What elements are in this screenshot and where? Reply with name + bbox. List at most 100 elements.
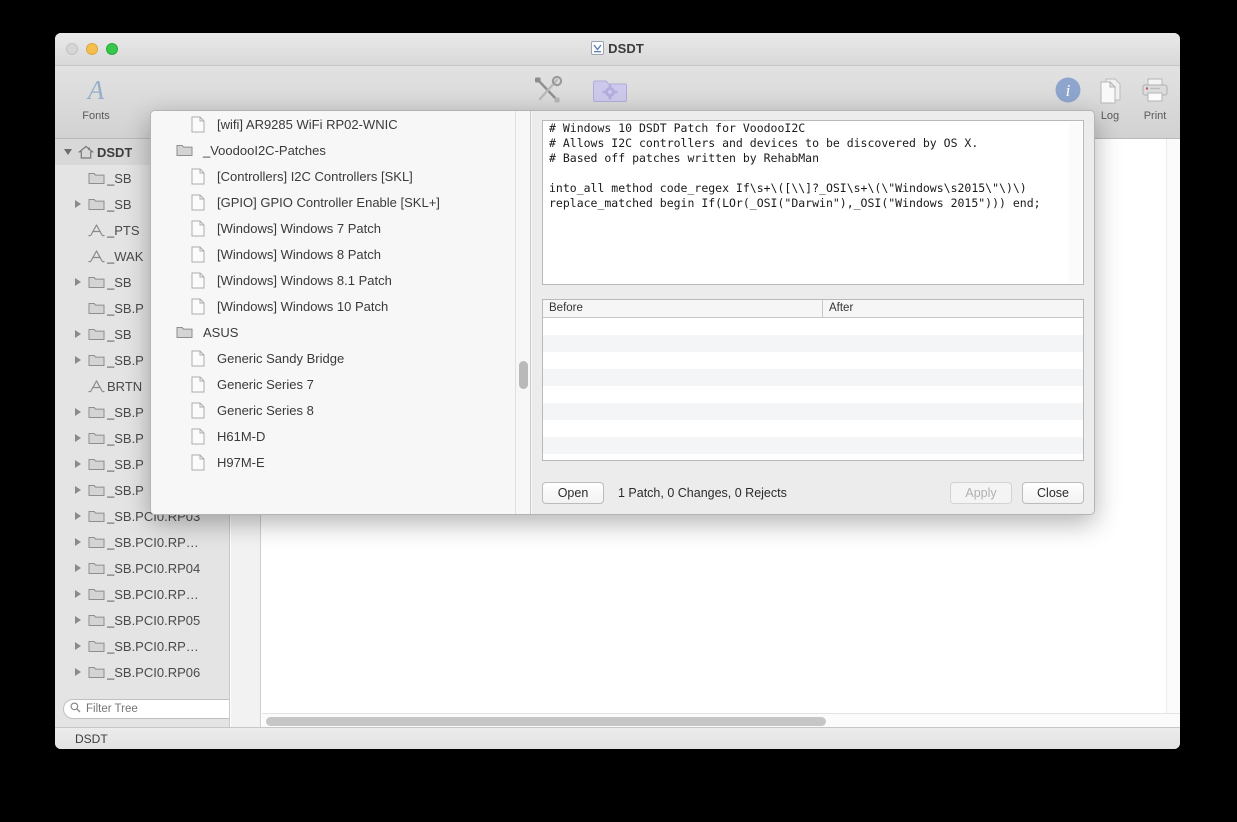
column-header-before[interactable]: Before [543, 300, 823, 317]
tree-item[interactable]: _SB.PCI0.RP05 [55, 607, 229, 633]
tree-item-label: _SB [107, 274, 132, 290]
patch-file-icon [187, 350, 209, 367]
patch-file-icon [187, 272, 209, 289]
chevron-right-icon[interactable] [71, 356, 85, 364]
patch-status-text: 1 Patch, 0 Changes, 0 Rejects [618, 486, 787, 500]
open-button[interactable]: Open [542, 482, 604, 504]
patch-item-label: H97M-E [217, 454, 265, 470]
patch-list-item[interactable]: [Windows] Windows 8 Patch [151, 241, 530, 267]
acpi-document-icon [591, 41, 605, 58]
patch-file-icon [187, 376, 209, 393]
svg-text:i: i [1066, 81, 1071, 100]
tree-item-label: _SB [107, 326, 132, 342]
chevron-right-icon[interactable] [71, 408, 85, 416]
tree-item[interactable]: _SB.PCI0.RP04 [55, 555, 229, 581]
folder-icon [173, 143, 195, 157]
tree-item-label: _SB.P [107, 300, 144, 316]
patch-list-pane: [wifi] AR9285 WiFi RP02-WNIC _VoodooI2C-P… [151, 111, 531, 514]
filter-tree-input[interactable] [63, 699, 229, 719]
window-titlebar: DSDT [55, 33, 1180, 66]
tree-item[interactable]: _SB.PCI0.RP06 [55, 659, 229, 685]
status-bar-text: DSDT [75, 731, 108, 746]
fonts-label: Fonts [82, 110, 110, 122]
tree-item-label: _SB.PCI0.RP… [107, 638, 199, 654]
chevron-right-icon[interactable] [71, 668, 85, 676]
table-row[interactable] [543, 420, 1083, 437]
chevron-right-icon[interactable] [71, 538, 85, 546]
chevron-right-icon[interactable] [71, 486, 85, 494]
patch-source-line: replace_matched begin If(LOr(_OSI("Darwi… [549, 196, 1041, 210]
chevron-right-icon[interactable] [71, 512, 85, 520]
patch-source-line [543, 166, 1083, 181]
patch-list-vertical-scrollbar[interactable] [515, 111, 530, 514]
patch-list-scroll-thumb[interactable] [519, 361, 528, 389]
before-after-table-body[interactable] [543, 318, 1083, 454]
patch-group-row[interactable]: _VoodooI2C-Patches [151, 137, 530, 163]
folder-icon [85, 431, 107, 445]
apply-button[interactable]: Apply [950, 482, 1012, 504]
patch-item-label: Generic Series 7 [217, 376, 314, 392]
table-row[interactable] [543, 369, 1083, 386]
chevron-right-icon[interactable] [71, 564, 85, 572]
patch-list-item[interactable]: [GPIO] GPIO Controller Enable [SKL+] [151, 189, 530, 215]
chevron-right-icon[interactable] [71, 434, 85, 442]
patch-list-item[interactable]: [wifi] AR9285 WiFi RP02-WNIC [151, 111, 530, 137]
chevron-right-icon[interactable] [71, 616, 85, 624]
column-header-after[interactable]: After [823, 300, 1083, 317]
close-button[interactable]: Close [1022, 482, 1084, 504]
patch-item-label: [Windows] Windows 8.1 Patch [217, 272, 392, 288]
table-row[interactable] [543, 437, 1083, 454]
patch-list-scroll-area[interactable]: [wifi] AR9285 WiFi RP02-WNIC _VoodooI2C-P… [151, 111, 530, 514]
patch-list-item[interactable]: Generic Sandy Bridge [151, 345, 530, 371]
tree-item-label: BRTN [107, 378, 143, 394]
table-row[interactable] [543, 318, 1083, 335]
patch-source-textarea[interactable]: # Windows 10 DSDT Patch for VoodooI2C # A… [542, 120, 1084, 285]
folder-icon [85, 483, 107, 497]
chevron-right-icon[interactable] [71, 278, 85, 286]
method-icon [85, 223, 107, 237]
table-row[interactable] [543, 386, 1083, 403]
tree-item-label: _SB.P [107, 456, 144, 472]
tools-icon [517, 72, 579, 108]
folder-icon [85, 405, 107, 419]
chevron-right-icon[interactable] [71, 642, 85, 650]
patch-list-item[interactable]: Generic Series 7 [151, 371, 530, 397]
patch-group-row[interactable]: ASUS [151, 319, 530, 345]
patch-source-lines: # Windows 10 DSDT Patch for VoodooI2C # A… [543, 121, 1083, 211]
table-row[interactable] [543, 403, 1083, 420]
chevron-right-icon[interactable] [71, 590, 85, 598]
chevron-down-icon[interactable] [61, 149, 75, 155]
patch-source-vertical-scrollbar[interactable] [1069, 122, 1082, 283]
chevron-right-icon[interactable] [71, 330, 85, 338]
chevron-right-icon[interactable] [71, 200, 85, 208]
tree-item-label: _SB [107, 196, 132, 212]
patch-list-item[interactable]: [Windows] Windows 7 Patch [151, 215, 530, 241]
tree-item-label: DSDT [97, 144, 133, 160]
fonts-toolbar-button[interactable]: A Fonts [65, 72, 127, 122]
code-horizontal-scrollbar[interactable] [262, 713, 1180, 727]
patch-source-line: # Windows 10 DSDT Patch for VoodooI2C [549, 121, 806, 135]
tree-item[interactable]: _SB.PCI0.RP… [55, 581, 229, 607]
patch-list-item[interactable]: Generic Series 8 [151, 397, 530, 423]
patch-list-item[interactable]: [Windows] Windows 10 Patch [151, 293, 530, 319]
folder-icon [85, 639, 107, 653]
patch-list-item[interactable]: [Controllers] I2C Controllers [SKL] [151, 163, 530, 189]
print-toolbar-button[interactable]: Print [1131, 72, 1179, 122]
patch-list-item[interactable]: H97M-E [151, 449, 530, 475]
patch-list-item[interactable]: H61M-D [151, 423, 530, 449]
tree-item[interactable]: _SB.PCI0.RP… [55, 529, 229, 555]
table-row[interactable] [543, 352, 1083, 369]
fonts-icon: A [65, 72, 127, 108]
code-horizontal-scroll-thumb[interactable] [266, 717, 826, 726]
patch-item-label: _VoodooI2C-Patches [203, 142, 326, 158]
home-icon [75, 145, 97, 160]
before-after-table-header: Before After [543, 300, 1083, 318]
code-vertical-scrollbar[interactable] [1166, 139, 1180, 713]
patch-file-icon [187, 116, 209, 133]
tree-item[interactable]: _SB.PCI0.RP… [55, 633, 229, 659]
chevron-right-icon[interactable] [71, 460, 85, 468]
patch-folder-icon [579, 72, 641, 108]
patch-list-item[interactable]: [Windows] Windows 8.1 Patch [151, 267, 530, 293]
table-row[interactable] [543, 335, 1083, 352]
method-icon [85, 249, 107, 263]
